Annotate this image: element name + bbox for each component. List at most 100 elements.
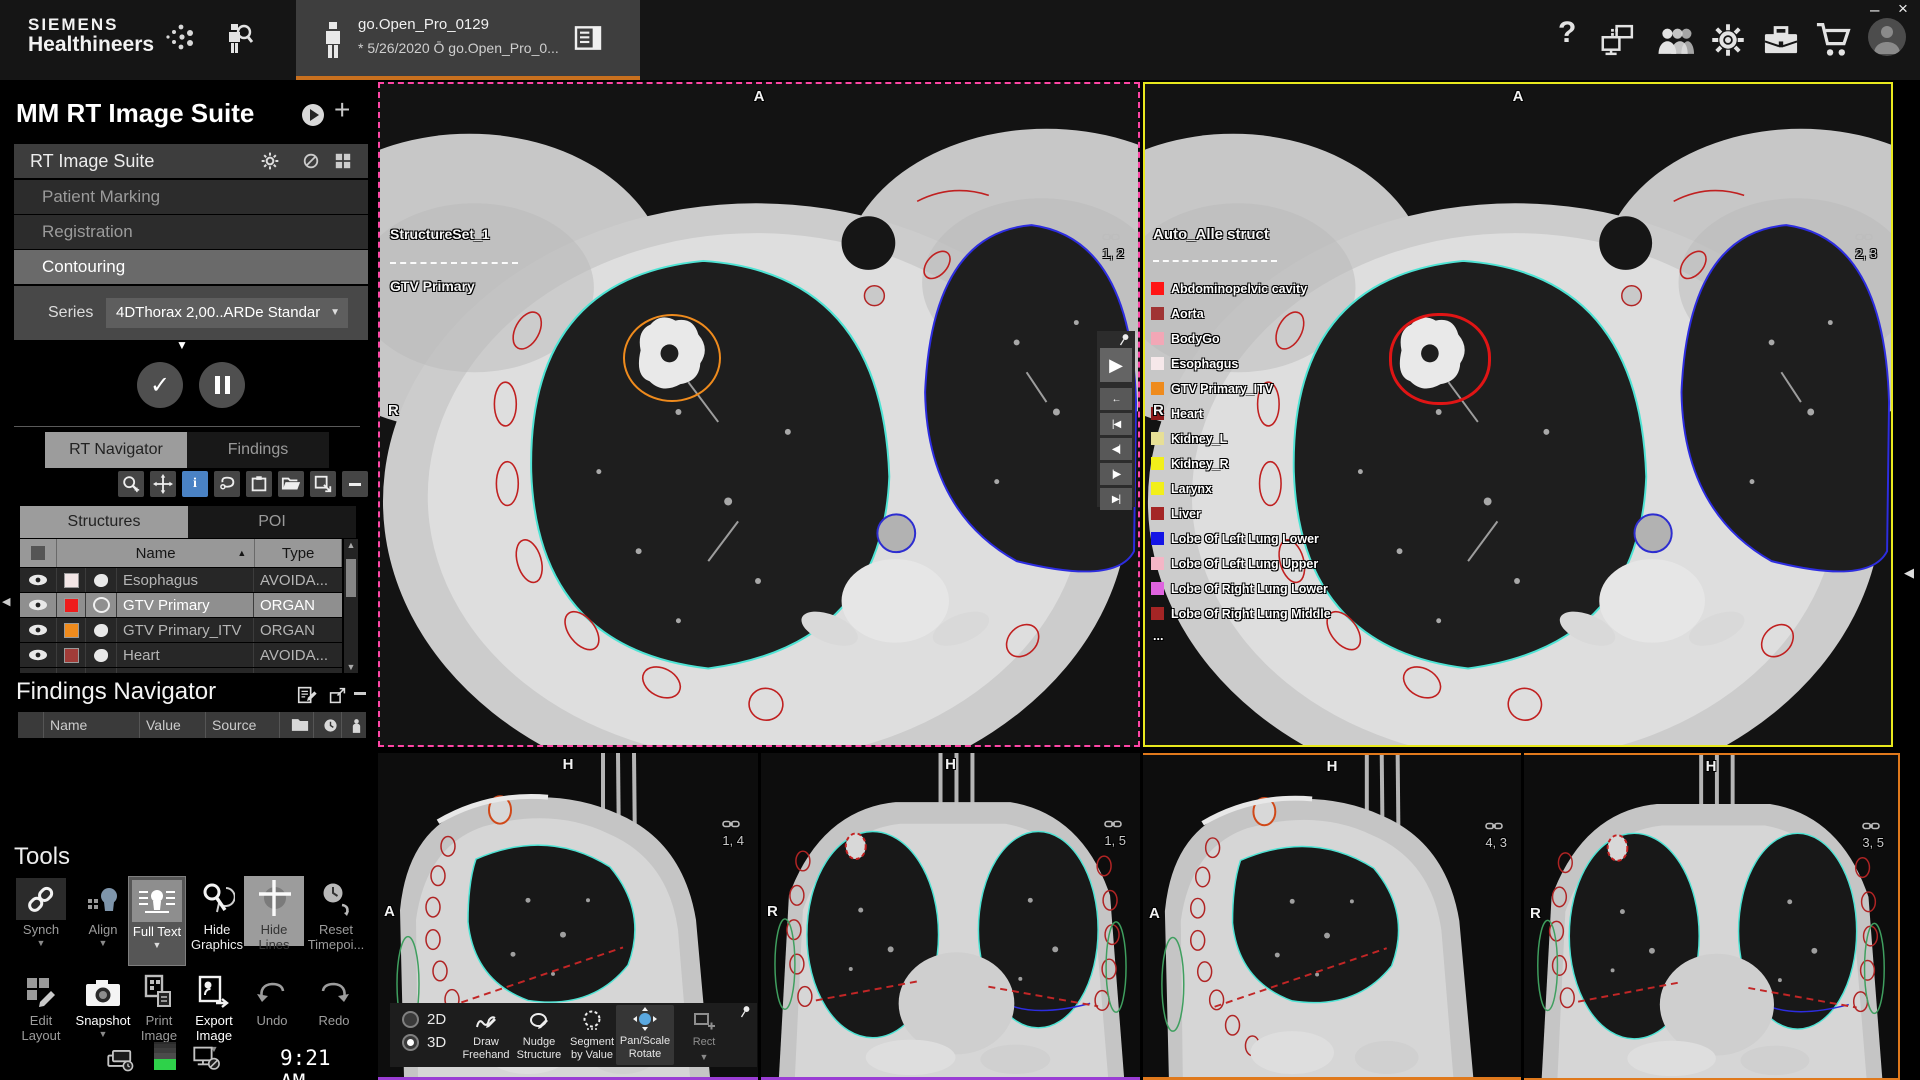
cine-step-button[interactable]: ← [1100, 388, 1132, 410]
navigator-tab[interactable]: Findings [187, 432, 329, 468]
structure-row[interactable]: GTV Primary_ITV ORGAN [20, 618, 342, 642]
legend-item[interactable]: Liver [1151, 501, 1331, 526]
legend-item[interactable]: Lobe Of Left Lung Lower [1151, 526, 1331, 551]
structure-row[interactable]: Esophagus AVOIDA... [20, 568, 342, 592]
legend-item[interactable]: Lobe Of Right Lung Lower [1151, 576, 1331, 601]
user-avatar[interactable] [1868, 18, 1906, 56]
legend-item[interactable]: Esophagus [1151, 351, 1331, 376]
collapse-panel-icon[interactable]: ▼ [176, 338, 188, 352]
legend-item[interactable]: Lobe Of Right Lung Middle [1151, 601, 1331, 626]
workflow-settings-icon[interactable] [260, 151, 280, 171]
structure-contour-icon[interactable] [86, 593, 117, 617]
structure-tab[interactable]: Structures [20, 506, 188, 538]
edit-note-icon[interactable] [296, 684, 318, 706]
sync-disabled-icon[interactable] [302, 152, 320, 170]
visibility-eye-icon[interactable] [20, 643, 57, 667]
zoom-add-icon[interactable] [118, 471, 144, 497]
info-icon[interactable]: i [182, 471, 208, 497]
legend-item[interactable]: Larynx [1151, 476, 1331, 501]
move-target-icon[interactable] [150, 471, 176, 497]
structure-row[interactable]: Heart AVOIDA... [20, 643, 342, 667]
add-icon[interactable]: + [334, 94, 350, 126]
tool-hide-lines[interactable]: Hide Lines [244, 876, 304, 946]
cine-step-button[interactable]: ◀| [1100, 438, 1132, 460]
mode-3d-option[interactable]: 3D [402, 1034, 446, 1051]
viewport-axial-reference[interactable]: A R Auto_Alle struct Abdominopelvic cavi… [1143, 82, 1893, 747]
tool-nudge-structure[interactable]: Nudge Structure [513, 1008, 565, 1061]
legend-item[interactable]: BodyGo [1151, 326, 1331, 351]
findings-clock-icon[interactable] [314, 712, 342, 738]
legend-item[interactable]: Abdominopelvic cavity [1151, 276, 1331, 301]
play-button[interactable]: ▶ [1100, 348, 1132, 382]
workflow-run-icon[interactable] [300, 102, 326, 128]
legend-item[interactable]: Heart [1151, 401, 1331, 426]
tool-reset-timepoint[interactable]: Reset Timepoi... [305, 878, 367, 953]
series-dropdown[interactable]: 4DThorax 2,00..ARDe Standar ▼ [106, 298, 348, 328]
tool-rect[interactable]: Rect ▼ [678, 1008, 730, 1062]
tool-export-image[interactable]: Export Image ▼ [183, 973, 245, 1054]
column-name[interactable]: Name ▲ [57, 539, 255, 567]
storage-status-indicator[interactable] [154, 1042, 176, 1070]
clipboard-icon[interactable] [246, 471, 272, 497]
workflow-step[interactable]: Registration [14, 215, 368, 249]
column-type[interactable]: Type [255, 539, 342, 567]
tool-edit-layout[interactable]: Edit Layout [10, 973, 72, 1044]
tool-synch[interactable]: Synch ▼ [10, 878, 72, 948]
open-external-icon[interactable] [328, 686, 347, 705]
structure-color-cell[interactable] [57, 593, 86, 617]
export-state-icon[interactable] [310, 471, 336, 497]
collapse-table-icon[interactable]: ◀ [2, 595, 10, 608]
workflow-step[interactable]: Contouring [14, 250, 368, 284]
legend-item[interactable]: Kidney_L [1151, 426, 1331, 451]
structure-color-cell[interactable] [57, 568, 86, 592]
close-button[interactable]: × [1898, 1, 1908, 17]
structure-contour-icon[interactable] [86, 668, 117, 673]
tool-draw-freehand[interactable]: Draw Freehand [460, 1008, 512, 1061]
legend-item[interactable]: GTV Primary_ITV [1151, 376, 1331, 401]
cine-step-button[interactable]: |◀ [1100, 413, 1132, 435]
layout-grid-icon[interactable] [334, 152, 352, 170]
workflow-header[interactable]: RT Image Suite [14, 144, 368, 178]
viewport-axial-current[interactable]: A R StructureSet_1 GTV Primary 1, 2 [378, 82, 1140, 747]
findings-column-name[interactable]: Name [44, 712, 140, 738]
legend-item[interactable]: Aorta [1151, 301, 1331, 326]
tool-align[interactable]: Align ▼ [72, 878, 134, 948]
settings-gear-icon[interactable] [1710, 22, 1746, 58]
visibility-eye-icon[interactable] [20, 668, 57, 673]
findings-column-source[interactable]: Source [206, 712, 280, 738]
legend-more[interactable]: ... [1153, 629, 1163, 643]
legend-item[interactable]: Lobe Of Left Lung Upper [1151, 551, 1331, 576]
patient-tab[interactable]: go.Open_Pro_0129 * 5/26/2020 Ō go.Open_P… [296, 0, 640, 80]
contour-lasso-icon[interactable] [214, 471, 240, 497]
patient-search-icon[interactable] [222, 22, 254, 56]
findings-folder-icon[interactable] [280, 712, 314, 738]
structure-color-cell[interactable] [57, 618, 86, 642]
cine-step-button[interactable]: |▶ [1100, 463, 1132, 485]
accept-button[interactable]: ✓ [137, 362, 183, 408]
legend-item[interactable]: Kidney_R [1151, 451, 1331, 476]
mode-2d-option[interactable]: 2D [402, 1011, 446, 1028]
tool-full-text[interactable]: Full Text ▼ [128, 876, 186, 966]
structure-row[interactable]: GTV Primary ORGAN [20, 593, 342, 617]
structures-scrollbar[interactable]: ▲ ▼ [344, 539, 358, 673]
users-icon[interactable] [1656, 22, 1694, 58]
expand-right-panel-icon[interactable]: ◀ [1904, 565, 1914, 581]
select-all-checkbox[interactable] [20, 539, 57, 567]
findings-person-icon[interactable] [342, 712, 364, 738]
workstations-icon[interactable] [1600, 22, 1636, 58]
pin-icon[interactable] [739, 1004, 754, 1020]
briefcase-icon[interactable] [1762, 22, 1800, 58]
structure-contour-icon[interactable] [86, 618, 117, 642]
pause-button[interactable] [199, 362, 245, 408]
visibility-eye-icon[interactable] [20, 618, 57, 642]
viewport-coronal-1[interactable]: H R 1, 5 [761, 753, 1140, 1080]
tool-snapshot[interactable]: Snapshot ▼ [72, 973, 134, 1039]
pin-icon[interactable] [1118, 332, 1133, 348]
workflow-step[interactable]: Patient Marking [14, 180, 368, 214]
tool-hide-graphics[interactable]: Hide Graphics [186, 878, 248, 953]
help-icon[interactable]: ? [1558, 16, 1576, 50]
navigator-tab[interactable]: RT Navigator [45, 432, 187, 468]
minimize-section-icon[interactable] [342, 471, 368, 497]
tool-pan-scale-rotate[interactable]: Pan/Scale Rotate [616, 1005, 674, 1065]
cine-step-button[interactable]: ▶| [1100, 488, 1132, 510]
